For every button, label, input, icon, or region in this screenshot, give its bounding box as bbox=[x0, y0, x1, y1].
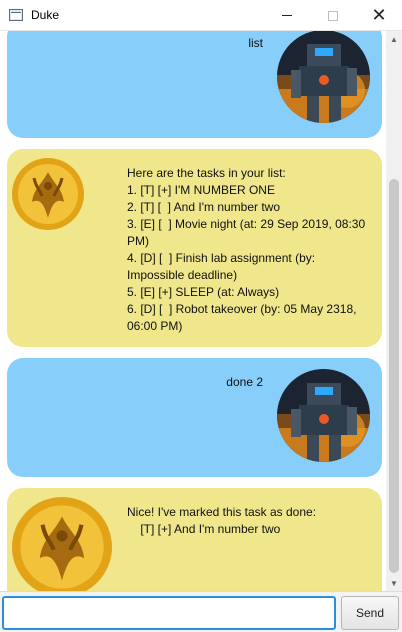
title-bar: Duke ✕ bbox=[0, 0, 402, 31]
duke-dialog-box: Here are the tasks in your list: 1. [T] … bbox=[7, 149, 382, 347]
vertical-scrollbar[interactable]: ▲ ▼ bbox=[386, 31, 402, 591]
duke-message-text: Nice! I've marked this task as done: [T]… bbox=[127, 505, 317, 536]
duke-avatar bbox=[12, 158, 84, 230]
maximize-button[interactable] bbox=[310, 0, 356, 31]
user-dialog-box: list bbox=[7, 31, 382, 138]
scroll-up-arrow-icon[interactable]: ▲ bbox=[386, 31, 402, 47]
dialog-container[interactable]: list Here are the tasks in your list: 1.… bbox=[0, 31, 386, 591]
user-dialog-box: done 2 bbox=[7, 358, 382, 477]
minimize-button[interactable] bbox=[264, 0, 310, 31]
app-window-icon bbox=[9, 9, 23, 21]
user-message-text: list bbox=[248, 36, 263, 50]
duke-avatar-image bbox=[12, 158, 84, 230]
window-title: Duke bbox=[31, 8, 60, 22]
input-bar: Send bbox=[0, 591, 402, 632]
close-icon: ✕ bbox=[371, 5, 387, 25]
send-button[interactable]: Send bbox=[341, 596, 399, 630]
duke-avatar-image bbox=[12, 497, 112, 591]
robot-avatar bbox=[277, 369, 370, 462]
user-message-text: done 2 bbox=[226, 375, 263, 389]
robot-avatar-image bbox=[277, 31, 370, 123]
duke-message-text: Here are the tasks in your list: 1. [T] … bbox=[127, 166, 366, 333]
duke-dialog-box: Nice! I've marked this task as done: [T]… bbox=[7, 488, 382, 591]
scrollbar-thumb[interactable] bbox=[389, 179, 399, 573]
close-button[interactable]: ✕ bbox=[356, 0, 402, 31]
scroll-down-arrow-icon[interactable]: ▼ bbox=[386, 575, 402, 591]
message-input[interactable] bbox=[2, 596, 336, 630]
minimize-icon bbox=[282, 15, 292, 16]
robot-avatar-image bbox=[277, 369, 370, 462]
duke-avatar bbox=[12, 497, 112, 591]
maximize-icon bbox=[328, 10, 338, 21]
robot-avatar bbox=[277, 31, 370, 123]
